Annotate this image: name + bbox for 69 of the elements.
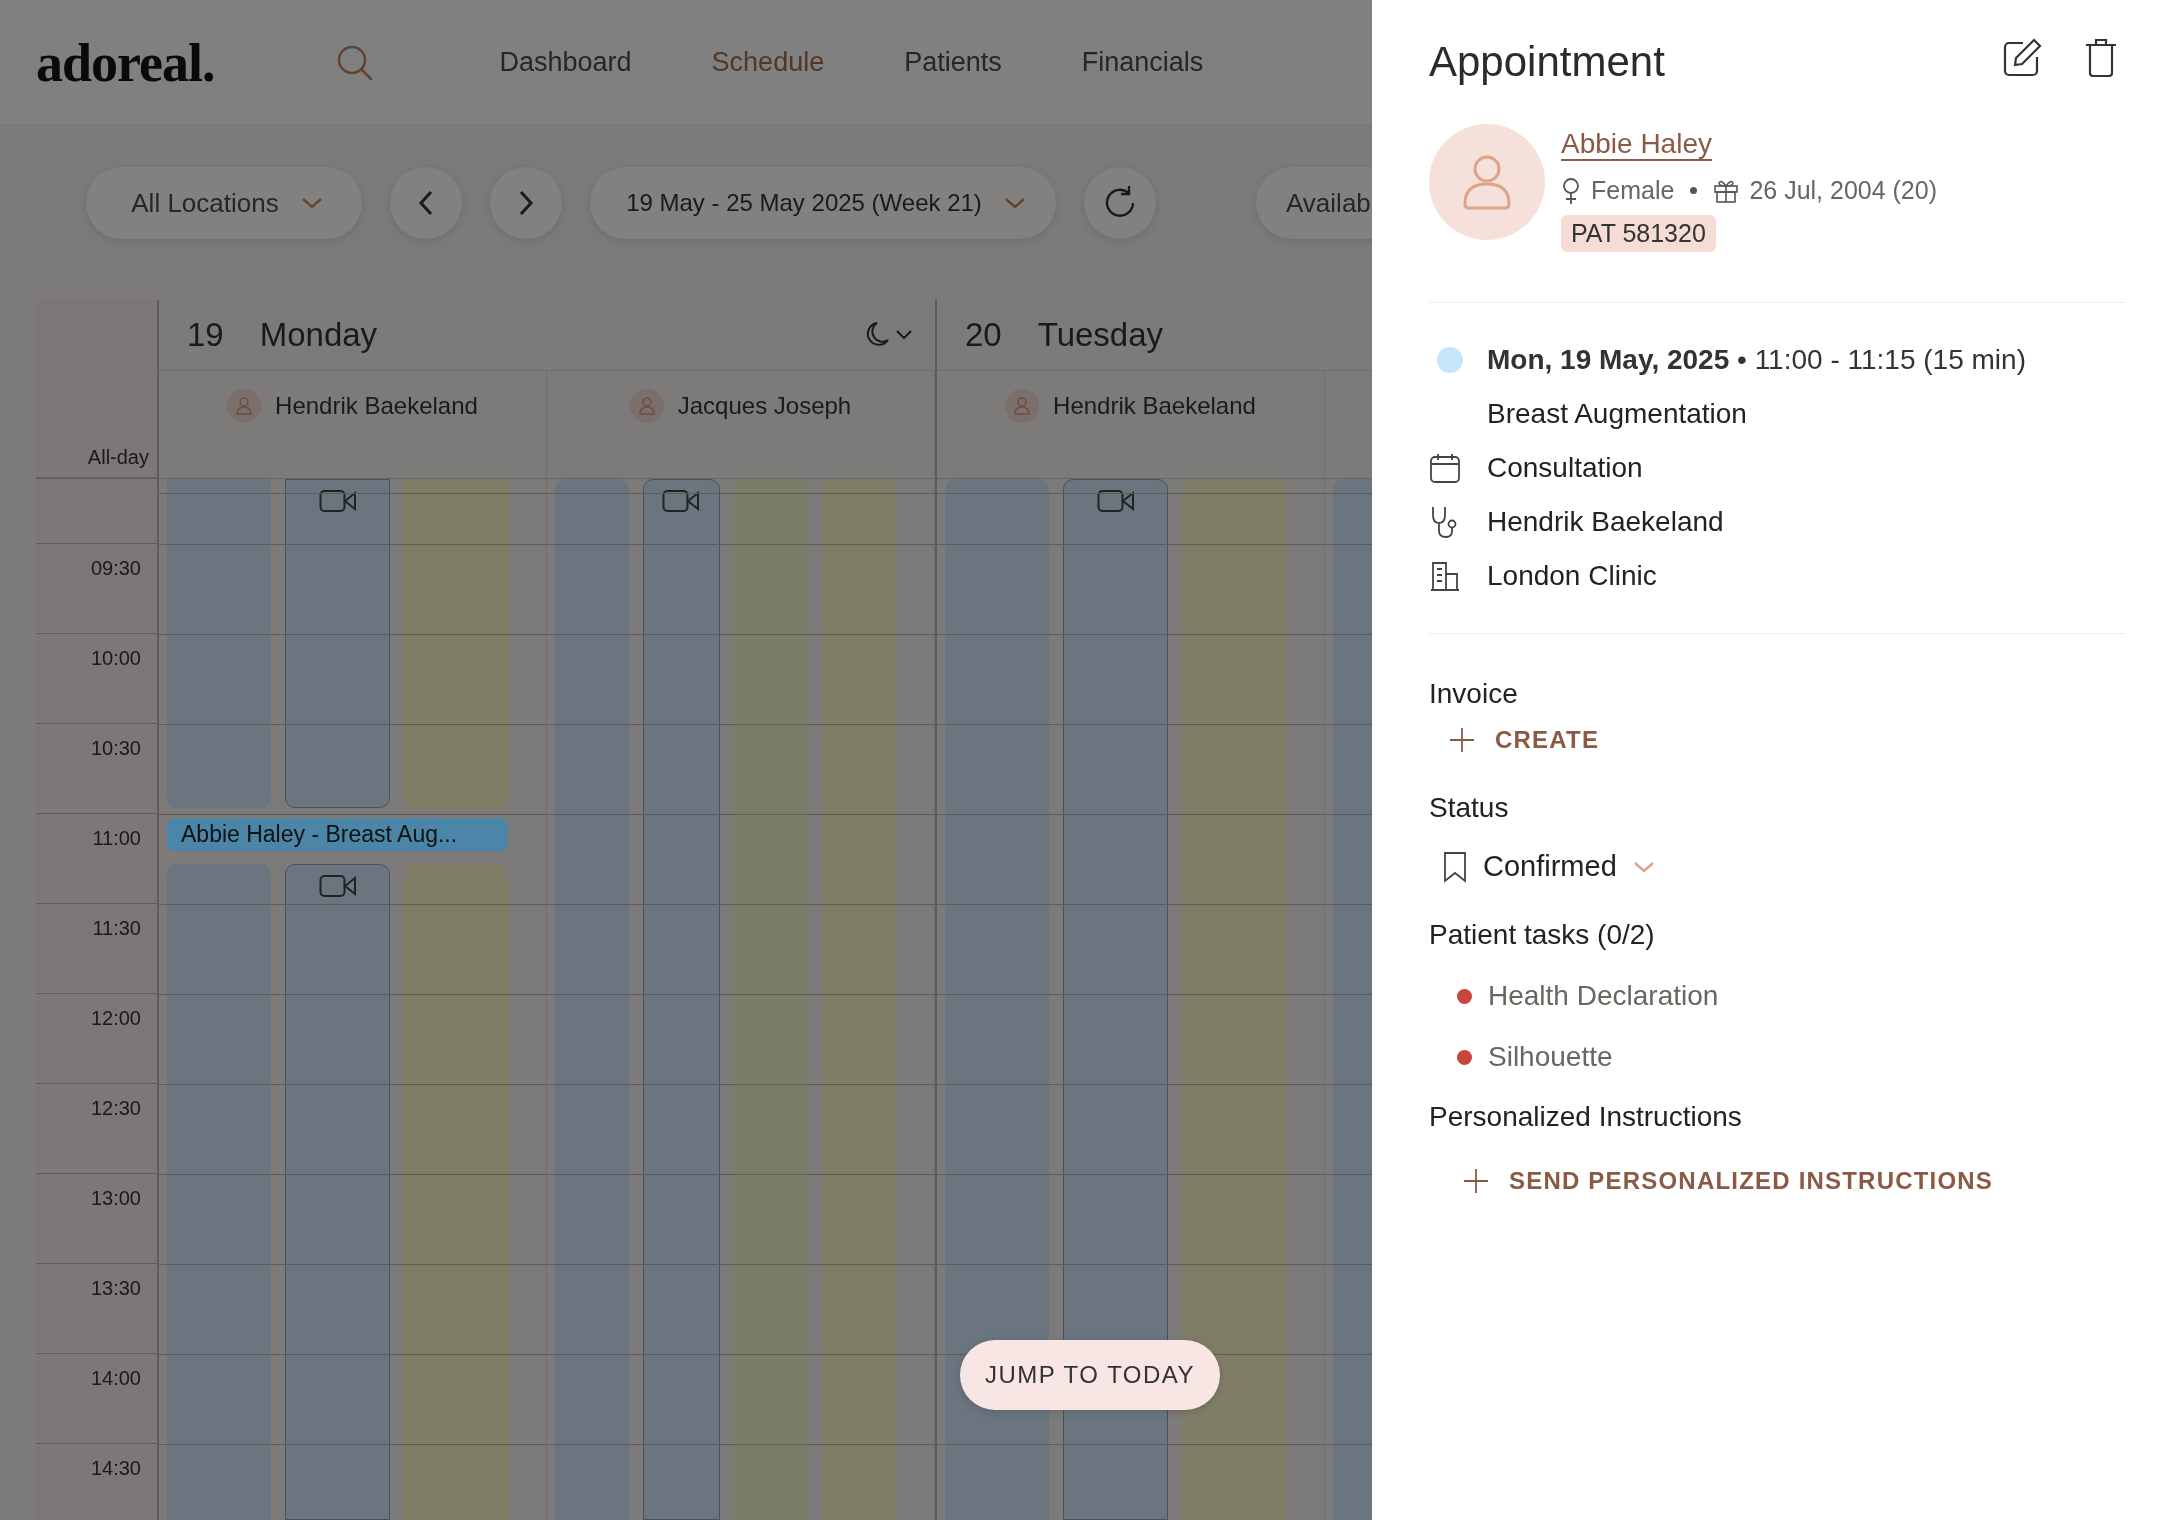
nav-link[interactable]: Financials bbox=[1081, 47, 1204, 78]
task-name[interactable]: Silhouette bbox=[1488, 1041, 1613, 1073]
chevron-down-icon bbox=[300, 196, 323, 210]
time-label: 14:00 bbox=[90, 1367, 141, 1391]
create-invoice-button[interactable]: CREATE bbox=[1429, 716, 1610, 764]
status-dot bbox=[1437, 347, 1463, 373]
nav-link[interactable]: Patients bbox=[904, 47, 1002, 78]
chevron-down-icon bbox=[1632, 859, 1655, 874]
appointment-type: Consultation bbox=[1487, 452, 1643, 484]
time-label: 13:30 bbox=[90, 1277, 141, 1301]
nav-link[interactable]: Dashboard bbox=[499, 47, 632, 78]
appointment-event[interactable]: Abbie Haley - Breast Aug... bbox=[167, 818, 508, 851]
time-label: 09:30 bbox=[90, 557, 141, 581]
practitioner-name: Hendrik Baekeland bbox=[1487, 506, 1724, 538]
edit-icon[interactable] bbox=[2001, 37, 2043, 79]
nav-link[interactable]: Schedule bbox=[711, 47, 825, 78]
time-label: 12:00 bbox=[90, 1007, 141, 1031]
video-camera-icon bbox=[662, 488, 701, 514]
section-label: Personalized Instructions bbox=[1429, 1101, 1742, 1133]
calendar-icon bbox=[1429, 452, 1461, 484]
availability-button[interactable]: Availab bbox=[1256, 167, 1372, 239]
send-instructions-button[interactable]: SEND PERSONALIZED INSTRUCTIONS bbox=[1429, 1157, 2004, 1205]
time-label: 10:30 bbox=[90, 737, 141, 761]
section-label: Status bbox=[1429, 792, 1509, 824]
location-name: London Clinic bbox=[1487, 560, 1657, 592]
patient-id-tag: PAT 581320 bbox=[1561, 215, 1716, 252]
gender-text: Female bbox=[1591, 176, 1675, 205]
female-icon bbox=[1561, 176, 1581, 205]
plus-icon bbox=[1449, 727, 1475, 753]
doctor-name: Hendrik Baekeland bbox=[275, 391, 478, 421]
treatment-name: Breast Augmentation bbox=[1487, 398, 1747, 430]
doctor-name: Jacques Joseph bbox=[677, 391, 852, 421]
week-dropdown[interactable]: 19 May - 25 May 2025 (Week 21) bbox=[590, 167, 1056, 239]
time-label: 12:30 bbox=[90, 1097, 141, 1121]
time-label: 11:00 bbox=[92, 827, 141, 851]
panel-title: Appointment bbox=[1429, 38, 1665, 86]
section-label: Invoice bbox=[1429, 678, 1518, 710]
chevron-down-icon bbox=[1003, 196, 1026, 210]
day-number: 19 bbox=[187, 316, 224, 354]
day-number: 20 bbox=[965, 316, 1002, 354]
appointment-date-time: Mon, 19 May, 2025 • 11:00 - 11:15 (15 min) bbox=[1487, 344, 2026, 376]
video-camera-icon bbox=[318, 873, 357, 899]
building-icon bbox=[1429, 560, 1461, 592]
all-day-label: All-day bbox=[87, 446, 149, 469]
status-dropdown[interactable]: Confirmed bbox=[1429, 824, 1665, 891]
jump-to-today-button[interactable]: JUMP TO TODAY bbox=[960, 1340, 1220, 1410]
avatar-icon bbox=[1429, 124, 1545, 240]
patient-name-link[interactable]: Abbie Haley bbox=[1561, 128, 1712, 160]
weekday-label: Monday bbox=[259, 316, 378, 354]
bookmark-icon bbox=[1443, 850, 1467, 883]
time-label: 10:00 bbox=[90, 647, 141, 671]
time-label: 11:30 bbox=[92, 917, 141, 941]
task-name[interactable]: Health Declaration bbox=[1488, 980, 1719, 1012]
time-label: 13:00 bbox=[90, 1187, 141, 1211]
avatar-icon bbox=[1005, 389, 1040, 423]
logo: adoreal. bbox=[36, 31, 215, 94]
weekday-label: Tuesday bbox=[1037, 316, 1164, 354]
plus-icon bbox=[1463, 1168, 1489, 1194]
video-camera-icon bbox=[1096, 488, 1135, 514]
video-camera-icon bbox=[318, 488, 357, 514]
delete-icon[interactable] bbox=[2083, 37, 2119, 79]
birth-date-text: 26 Jul, 2004 (20) bbox=[1749, 176, 1937, 205]
separator-dot bbox=[1690, 187, 1698, 194]
avatar-icon bbox=[629, 389, 664, 423]
section-label: Patient tasks (0/2) bbox=[1429, 919, 1655, 951]
location-dropdown[interactable]: All Locations bbox=[86, 167, 362, 239]
time-label: 14:30 bbox=[90, 1457, 141, 1481]
doctor-name: Hendrik Baekeland bbox=[1053, 391, 1256, 421]
avatar-icon bbox=[227, 389, 262, 423]
